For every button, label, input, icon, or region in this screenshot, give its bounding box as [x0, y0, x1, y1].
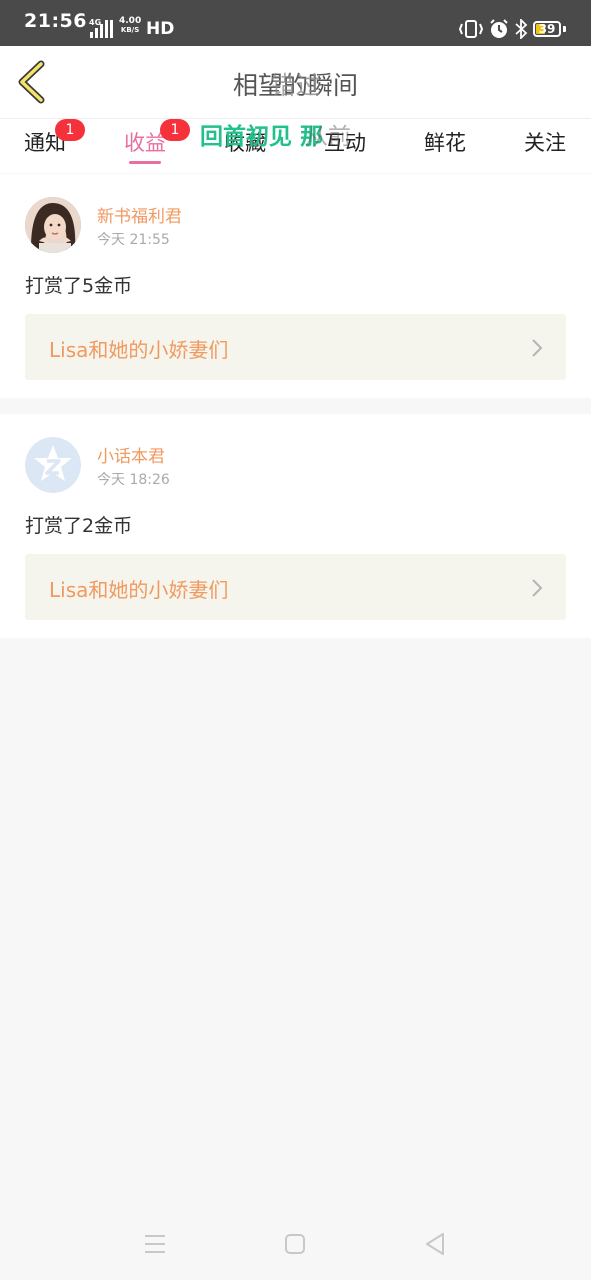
- tab-badge: 1: [55, 119, 85, 141]
- hd-label: HD: [146, 19, 175, 39]
- user-photo-icon: [25, 197, 81, 253]
- network-speed: 4.00 KB/S: [119, 16, 142, 35]
- status-time: 21:56: [24, 10, 87, 32]
- avatar[interactable]: [25, 197, 81, 253]
- header: 相望的瞬间 错过: [0, 46, 591, 119]
- timestamp: 今天 21:55: [97, 232, 170, 248]
- reward-message: 打赏了5金币: [25, 275, 133, 297]
- timestamp: 今天 18:26: [97, 472, 170, 488]
- tab-label: 关注: [524, 131, 566, 155]
- tab-badge: 1: [160, 119, 190, 141]
- back-triangle-icon[interactable]: [424, 1232, 446, 1256]
- vibrate-icon: [458, 20, 484, 38]
- battery-icon: 39: [533, 21, 561, 37]
- book-link[interactable]: Lisa和她的小娇妻们: [25, 314, 566, 380]
- active-tab-indicator: [129, 161, 161, 164]
- tab-notifications[interactable]: 通知 1: [0, 119, 95, 157]
- page-title-overlay: 错过: [270, 71, 321, 100]
- signal-icon: [90, 20, 113, 38]
- floating-danmaku-ghost: 从前: [305, 124, 351, 150]
- home-icon[interactable]: [284, 1233, 306, 1255]
- list-item: 小话本君 今天 18:26 打赏了2金币 Lisa和她的小娇妻们: [0, 414, 591, 638]
- tab-flowers[interactable]: 鲜花: [395, 127, 495, 157]
- menu-icon[interactable]: [144, 1234, 166, 1254]
- book-link[interactable]: Lisa和她的小娇妻们: [25, 554, 566, 620]
- tab-label: 鲜花: [424, 131, 466, 155]
- network-speed-value: 4.00: [119, 16, 142, 26]
- sender-name[interactable]: 新书福利君: [97, 202, 182, 227]
- status-bar: 21:56 4G 4.00 KB/S HD 39: [0, 0, 591, 46]
- battery-level: 39: [538, 22, 556, 36]
- app-logo-icon: [25, 437, 81, 493]
- tab-earnings[interactable]: 收益 1: [95, 119, 195, 157]
- battery-tip: [563, 26, 566, 32]
- alarm-icon: [490, 19, 508, 38]
- book-title: Lisa和她的小娇妻们: [49, 338, 229, 362]
- reward-message: 打赏了2金币: [25, 515, 133, 537]
- avatar[interactable]: [25, 437, 81, 493]
- sender-name[interactable]: 小话本君: [97, 442, 165, 467]
- chevron-right-icon: [532, 579, 543, 597]
- network-speed-unit: KB/S: [120, 26, 140, 34]
- list-item: 新书福利君 今天 21:55 打赏了5金币 Lisa和她的小娇妻们: [0, 174, 591, 398]
- book-title: Lisa和她的小娇妻们: [49, 578, 229, 602]
- bluetooth-icon: [515, 19, 528, 39]
- tab-label: 收益: [124, 131, 166, 155]
- chevron-right-icon: [532, 339, 543, 357]
- tab-following[interactable]: 关注: [495, 127, 591, 157]
